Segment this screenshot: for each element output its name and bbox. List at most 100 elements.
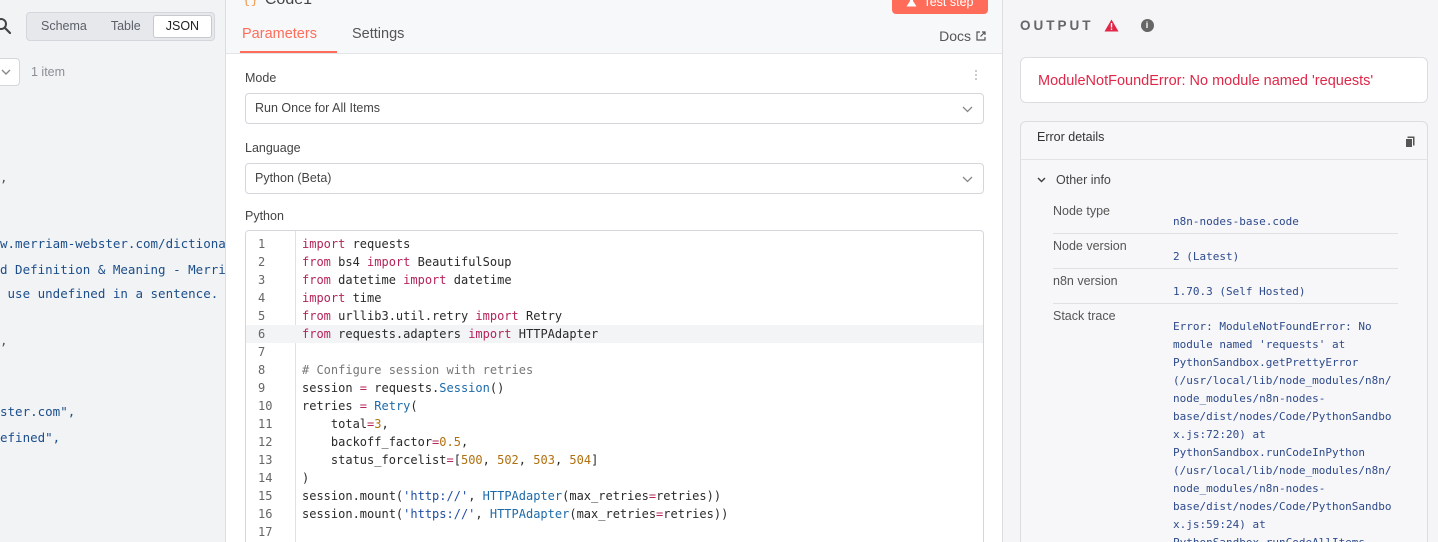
view-toggle: Schema Table JSON [26, 12, 216, 41]
code-token: = [446, 453, 454, 467]
line-number: 10 [258, 399, 273, 413]
item-selector[interactable] [0, 58, 20, 86]
json-line: efined", [0, 430, 61, 445]
code-token: import [302, 291, 346, 305]
code-text: total=3, [302, 415, 389, 433]
code-token: () [489, 381, 505, 395]
view-tab-table[interactable]: Table [99, 15, 153, 38]
code-token: 0.5 [439, 435, 461, 449]
json-line: w.merriam-webster.com/dictiona [0, 236, 225, 251]
code-token: , [518, 453, 534, 467]
code-token: datetime [446, 273, 512, 287]
code-line[interactable]: 14) [246, 469, 983, 487]
code-line[interactable]: 15 session.mount('http://', HTTPAdapter(m… [246, 487, 983, 505]
code-line[interactable]: 10 retries = Retry( [246, 397, 983, 415]
error-details-card: Error details Other info Node type n8n-n… [1020, 121, 1428, 542]
info-row-node-version: Node version 2 (Latest) [1053, 239, 1398, 269]
info-row-node-type: Node type n8n-nodes-base.code [1053, 204, 1398, 234]
line-number: 3 [258, 273, 266, 287]
code-text: backoff_factor=0.5, [302, 433, 468, 451]
line-number: 13 [258, 453, 273, 467]
code-line[interactable]: 17 [246, 523, 983, 541]
code-token: session.mount( [302, 507, 404, 521]
warning-icon [1104, 19, 1118, 32]
chevron-down-icon [1, 69, 11, 75]
code-token: 'http://' [403, 489, 469, 503]
line-number: 14 [258, 471, 273, 485]
test-step-button[interactable]: Test step [892, 0, 988, 14]
tab-parameters[interactable]: Parameters [242, 26, 317, 42]
info-icon[interactable]: i [1140, 19, 1154, 32]
info-row-stack-trace: Stack trace Error: ModuleNotFoundError: … [1053, 309, 1392, 542]
copy-icon[interactable] [1405, 136, 1415, 148]
code-line[interactable]: 13 status_forcelist=[500, 502, 503, 504] [246, 451, 983, 469]
code-token: import [403, 273, 447, 287]
node-title[interactable]: {} Code1 [242, 0, 312, 9]
code-text: ) [302, 469, 309, 487]
node-parameters-panel: {} Code1 Test step Parameters Settings D… [225, 0, 1003, 542]
code-line[interactable]: 5 from urllib3.util.retry import Retry [246, 307, 983, 325]
code-line[interactable]: 11 total=3, [246, 415, 983, 433]
code-line[interactable]: 3 from datetime import datetime [246, 271, 983, 289]
other-info-toggle[interactable]: Other info [1037, 173, 1111, 187]
code-token: total [302, 417, 368, 431]
code-text: session.mount('https://', HTTPAdapter(ma… [302, 505, 728, 523]
code-token: = [359, 399, 368, 413]
code-token: urllib3.util.retry [330, 309, 476, 323]
line-number: 8 [258, 363, 266, 377]
chevron-down-icon [962, 176, 973, 183]
error-message: ModuleNotFoundError: No module named 're… [1038, 73, 1374, 89]
line-number: 4 [258, 291, 266, 305]
chevron-down-icon [962, 106, 973, 113]
code-token: bs4 [330, 255, 368, 269]
code-token: retries)) [663, 507, 729, 521]
search-icon[interactable] [0, 17, 12, 35]
line-number: 9 [258, 381, 266, 395]
code-node-icon: {} [242, 0, 259, 8]
language-label: Language [245, 141, 301, 155]
code-line[interactable]: 9 session = requests.Session() [246, 379, 983, 397]
code-line[interactable]: 1 import requests [246, 235, 983, 253]
line-number: 12 [258, 435, 273, 449]
code-token: datetime [330, 273, 404, 287]
code-token: ] [591, 453, 599, 467]
language-select[interactable]: Python (Beta) [245, 163, 984, 194]
code-token: backoff_factor [302, 435, 433, 449]
view-tab-json[interactable]: JSON [152, 15, 213, 38]
code-token: session [302, 381, 360, 395]
line-number: 7 [258, 345, 266, 359]
code-text: import requests [302, 235, 410, 253]
code-token: from [302, 309, 331, 323]
error-message-card: ModuleNotFoundError: No module named 're… [1020, 57, 1428, 103]
mode-label: Mode [245, 71, 277, 85]
mode-select[interactable]: Run Once for All Items [245, 93, 984, 124]
code-line[interactable]: 8 # Configure session with retries [246, 361, 983, 379]
code-line[interactable]: 4 import time [246, 289, 983, 307]
more-options-icon[interactable] [974, 70, 978, 84]
code-line[interactable]: 2 from bs4 import BeautifulSoup [246, 253, 983, 271]
code-line[interactable]: 16 session.mount('https://', HTTPAdapter(… [246, 505, 983, 523]
code-text: status_forcelist=[500, 502, 503, 504] [302, 451, 598, 469]
code-token: 502 [497, 453, 519, 467]
code-token: , [475, 507, 490, 521]
error-details-header: Error details [1021, 122, 1427, 160]
code-text: from datetime import datetime [302, 271, 512, 289]
code-token: (max_retries [569, 507, 657, 521]
view-tab-schema[interactable]: Schema [29, 15, 99, 38]
code-token: 'https://' [403, 507, 476, 521]
code-token: from [302, 255, 331, 269]
code-token: 504 [569, 453, 592, 467]
code-editor[interactable]: 1 import requests 2 from bs4 import Beautif… [245, 230, 984, 542]
code-line[interactable]: 7 [246, 343, 983, 361]
code-token: import [468, 327, 512, 341]
code-text: # Configure session with retries [302, 361, 533, 379]
code-token: requests [345, 237, 411, 251]
code-token: ( [410, 399, 418, 413]
code-line[interactable]: 12 backoff_factor=0.5, [246, 433, 983, 451]
docs-link[interactable]: Docs [939, 28, 986, 44]
line-number: 1 [258, 237, 266, 251]
tab-settings[interactable]: Settings [352, 26, 404, 42]
code-line[interactable]: 6 from requests.adapters import HTTPAdapt… [246, 325, 983, 343]
code-token: HTTPAdapter [511, 327, 599, 341]
code-text: retries = Retry( [302, 397, 418, 415]
